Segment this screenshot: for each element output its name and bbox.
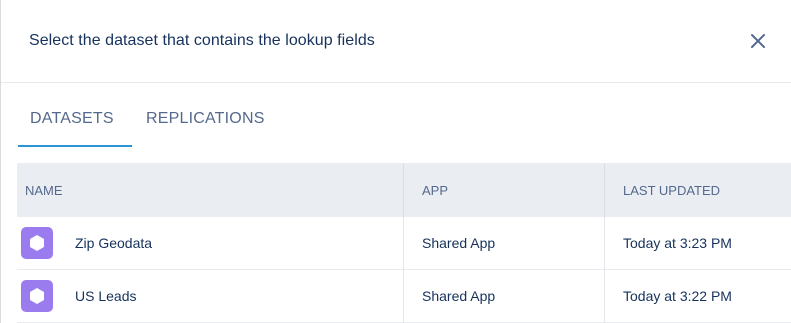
table-header: NAME APP LAST UPDATED: [17, 163, 791, 217]
modal-header: Select the dataset that contains the loo…: [1, 0, 791, 83]
dataset-picker-modal: Select the dataset that contains the loo…: [0, 0, 791, 323]
dataset-app: Shared App: [422, 235, 496, 251]
table-row[interactable]: Zip Geodata Shared App Today at 3:23 PM: [17, 217, 791, 270]
dataset-last-updated: Today at 3:23 PM: [623, 235, 732, 251]
modal-title: Select the dataset that contains the loo…: [29, 32, 375, 49]
tab-replications-label: REPLICATIONS: [146, 110, 265, 127]
column-header-app[interactable]: APP: [422, 183, 448, 198]
tab-datasets[interactable]: DATASETS: [18, 110, 132, 147]
column-divider: [403, 163, 404, 217]
tab-bar: DATASETS REPLICATIONS: [1, 83, 791, 163]
dataset-app: Shared App: [422, 288, 496, 304]
column-header-name[interactable]: NAME: [25, 183, 63, 198]
column-divider: [604, 217, 605, 270]
active-tab-underline: [18, 145, 132, 147]
column-divider: [604, 163, 605, 217]
close-icon: [751, 34, 765, 48]
column-divider: [403, 270, 404, 323]
table-row[interactable]: US Leads Shared App Today at 3:22 PM: [17, 270, 791, 323]
dataset-name[interactable]: Zip Geodata: [75, 235, 152, 251]
column-divider: [604, 270, 605, 323]
dataset-name[interactable]: US Leads: [75, 288, 136, 304]
column-header-last-updated[interactable]: LAST UPDATED: [623, 183, 720, 198]
dataset-last-updated: Today at 3:22 PM: [623, 288, 732, 304]
dataset-icon: [21, 227, 53, 259]
tab-datasets-label: DATASETS: [30, 110, 114, 127]
tab-replications[interactable]: REPLICATIONS: [146, 110, 265, 128]
dataset-icon: [21, 280, 53, 312]
close-button[interactable]: [747, 30, 769, 52]
column-divider: [403, 217, 404, 270]
